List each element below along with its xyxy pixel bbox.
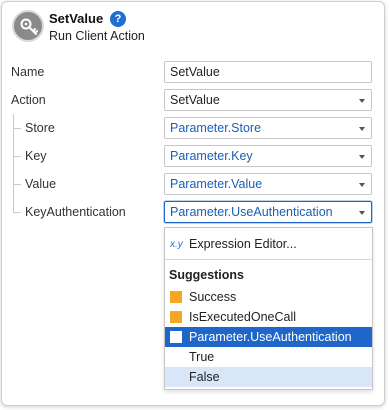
expression-editor-option[interactable]: x.y Expression Editor...: [165, 228, 372, 260]
suggestion-label: Parameter.UseAuthentication: [189, 330, 352, 344]
help-icon[interactable]: ?: [110, 11, 126, 27]
panel-title: SetValue: [49, 11, 104, 26]
variable-icon: [170, 311, 182, 323]
suggestion-item[interactable]: IsExecutedOneCall: [165, 307, 372, 327]
action-value: SetValue: [170, 93, 220, 107]
value-label: Value: [25, 177, 57, 191]
store-select[interactable]: Parameter.Store: [164, 117, 372, 139]
action-select[interactable]: SetValue: [164, 89, 372, 111]
expression-icon: x.y: [170, 239, 183, 250]
chevron-down-icon: [359, 99, 365, 103]
suggestion-label: False: [189, 370, 220, 384]
variable-icon: [170, 331, 182, 343]
chevron-down-icon: [359, 127, 365, 131]
value-select[interactable]: Parameter.Value: [164, 173, 372, 195]
value-value: Parameter.Value: [170, 177, 263, 191]
suggestions-dropdown: x.y Expression Editor... Suggestions Suc…: [164, 227, 373, 390]
store-value: Parameter.Store: [170, 121, 262, 135]
panel-subtitle: Run Client Action: [49, 29, 145, 43]
suggestion-label: True: [189, 350, 215, 364]
name-value: SetValue: [170, 65, 220, 79]
panel-header: SetValue ? Run Client Action: [2, 2, 384, 50]
suggestion-item[interactable]: True: [165, 347, 372, 367]
name-label: Name: [11, 65, 45, 79]
suggestion-item[interactable]: Success: [165, 287, 372, 307]
suggestion-label: IsExecutedOneCall: [189, 310, 297, 324]
chevron-down-icon: [359, 211, 365, 215]
suggestions-heading: Suggestions: [169, 268, 245, 282]
tree-connector-store: [13, 128, 21, 129]
suggestion-label: Success: [189, 290, 237, 304]
keyauthentication-value: Parameter.UseAuthentication: [170, 205, 333, 219]
store-label: Store: [25, 121, 55, 135]
name-field[interactable]: SetValue: [164, 61, 372, 83]
suggestion-item-selected[interactable]: Parameter.UseAuthentication: [165, 327, 372, 347]
tree-connector-key: [13, 156, 21, 157]
expression-editor-label: Expression Editor...: [189, 237, 297, 251]
tree-connector-keyauthentication: [13, 212, 21, 213]
key-icon: [12, 10, 44, 42]
action-label: Action: [11, 93, 46, 107]
variable-icon: [170, 291, 182, 303]
tree-connector-value: [13, 184, 21, 185]
properties-panel: SetValue ? Run Client Action Name SetVal…: [1, 1, 385, 406]
keyauthentication-select[interactable]: Parameter.UseAuthentication: [164, 201, 372, 223]
key-value: Parameter.Key: [170, 149, 253, 163]
suggestion-item-hover[interactable]: False: [165, 367, 372, 387]
keyauthentication-label: KeyAuthentication: [25, 205, 126, 219]
key-select[interactable]: Parameter.Key: [164, 145, 372, 167]
key-label: Key: [25, 149, 47, 163]
chevron-down-icon: [359, 183, 365, 187]
chevron-down-icon: [359, 155, 365, 159]
